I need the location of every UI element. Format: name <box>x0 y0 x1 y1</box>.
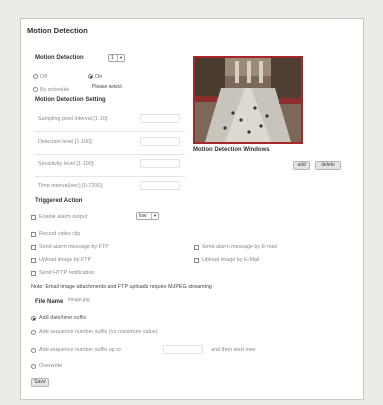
save-button[interactable]: Save <box>31 378 49 387</box>
suffix-sequence-upto-tail: and then start over <box>211 347 256 353</box>
detection-label: Detection level [1-100]: <box>38 139 94 145</box>
chevron-down-icon: ▼ <box>117 55 124 61</box>
alarm-level-select[interactable]: low ▼ <box>136 212 159 220</box>
send-http-checkbox[interactable] <box>31 271 36 276</box>
suffix-sequence-nomax-label: Add sequence number suffix (no maximum v… <box>39 329 158 335</box>
motion-on-radio[interactable] <box>88 74 93 79</box>
suffix-datetime-radio[interactable] <box>31 316 36 321</box>
overwrite-label: Overwrite <box>39 363 63 369</box>
sequence-max-input[interactable] <box>163 345 203 354</box>
send-email-checkbox[interactable] <box>194 245 199 250</box>
motion-schedule-label: By schedule <box>40 87 70 93</box>
sensitivity-input[interactable] <box>140 159 180 168</box>
file-name-label: File Name <box>35 299 64 305</box>
upload-email-checkbox[interactable] <box>194 258 199 263</box>
alarm-level-value: low <box>139 213 147 219</box>
upload-ftp-checkbox[interactable] <box>31 258 36 263</box>
divider <box>35 154 185 155</box>
setting-title: Motion Detection Setting <box>35 97 106 103</box>
channel-select-value: 1 <box>111 55 114 61</box>
delete-window-button[interactable]: delete <box>315 161 341 170</box>
suffix-sequence-nomax-radio[interactable] <box>31 330 36 335</box>
enable-alarm-label: Enable alarm output <box>39 214 88 220</box>
suffix-sequence-upto-label: Add sequence number suffix up to <box>39 347 121 353</box>
sensitivity-label: Sensitivity level [1-100]: <box>38 161 95 167</box>
camera-scene-image <box>195 58 301 142</box>
enable-alarm-checkbox[interactable] <box>31 215 36 220</box>
camera-preview-image[interactable] <box>193 56 303 144</box>
record-video-checkbox[interactable] <box>31 232 36 237</box>
record-video-label: Record video clip <box>39 231 81 237</box>
motion-detection-label: Motion Detection <box>35 55 84 61</box>
motion-off-radio[interactable] <box>33 74 38 79</box>
divider <box>35 176 185 177</box>
detection-input[interactable] <box>140 137 180 146</box>
time-interval-input[interactable] <box>140 181 180 190</box>
streaming-note: Note: Email image attachments and FTP up… <box>31 284 212 290</box>
page-title: Motion Detection <box>27 26 88 35</box>
divider <box>35 131 185 132</box>
suffix-datetime-label: Add date/time suffix <box>39 315 87 321</box>
sampling-label: Sampling pixel interval [1-10]: <box>38 116 109 122</box>
file-name-input[interactable]: image.jpg <box>66 297 111 306</box>
time-interval-label: Time interval(sec) [0-7200]: <box>38 183 104 189</box>
chevron-down-icon: ▼ <box>151 213 158 219</box>
send-http-label: Send HTTP notification <box>39 270 95 276</box>
sampling-input[interactable] <box>140 114 180 123</box>
send-email-label: Send alarm message by E-mail <box>202 244 277 250</box>
overwrite-radio[interactable] <box>31 364 36 369</box>
upload-ftp-label: Upload image by FTP <box>39 257 92 263</box>
motion-on-label: On <box>95 74 103 80</box>
send-ftp-label: Send alarm message by FTP <box>39 244 109 250</box>
upload-email-label: Upload image by E-Mail <box>202 257 260 263</box>
triggered-action-title: Triggered Action <box>35 198 83 204</box>
channel-select[interactable]: 1 ▼ <box>108 54 125 62</box>
send-ftp-checkbox[interactable] <box>31 245 36 250</box>
motion-detection-panel: Motion Detection Motion Detection 1 ▼ Of… <box>20 18 364 400</box>
suffix-sequence-upto-radio[interactable] <box>31 348 36 353</box>
motion-schedule-radio[interactable] <box>33 87 38 92</box>
schedule-select[interactable]: Please select <box>92 84 122 90</box>
motion-off-label: Off <box>40 74 48 80</box>
detection-windows-label: Motion Detection Windows <box>193 147 270 153</box>
add-window-button[interactable]: add <box>293 161 310 170</box>
